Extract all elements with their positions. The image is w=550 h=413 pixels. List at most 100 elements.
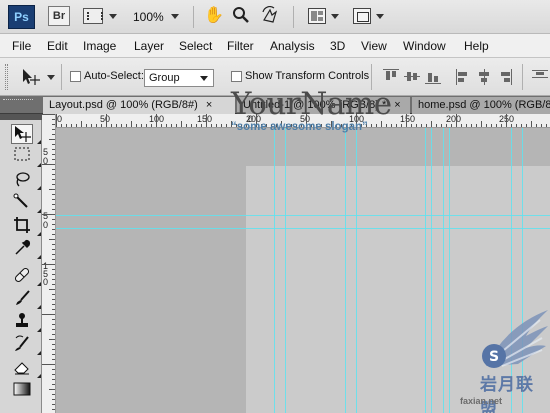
guide-line[interactable] <box>285 128 286 413</box>
vertical-ruler[interactable]: 5 0 5 0 1 5 0 <box>42 114 56 413</box>
brush-tool-icon[interactable] <box>11 289 33 309</box>
guide-line[interactable] <box>425 128 426 413</box>
align-horizontal-center-icon[interactable] <box>476 69 492 85</box>
guide-line[interactable] <box>443 128 444 413</box>
close-icon[interactable]: × <box>394 99 400 111</box>
guide-line[interactable] <box>274 128 275 413</box>
panel-grip[interactable] <box>5 64 8 90</box>
ruler-tick <box>52 269 55 270</box>
guide-line[interactable] <box>56 228 550 229</box>
chevron-down-icon[interactable] <box>109 14 117 19</box>
ruler-tick <box>396 124 397 127</box>
menu-file[interactable]: File <box>12 39 31 53</box>
ruler-tick <box>491 124 492 127</box>
chevron-down-icon[interactable] <box>171 14 179 19</box>
history-brush-tool-icon[interactable] <box>11 335 33 355</box>
menu-analysis[interactable]: Analysis <box>270 39 315 53</box>
chevron-down-icon <box>200 76 208 81</box>
crop-tool-icon[interactable] <box>11 216 33 236</box>
ruler-tick <box>42 364 55 365</box>
ruler-tick <box>52 374 55 375</box>
menu-layer[interactable]: Layer <box>134 39 164 53</box>
ruler-tick <box>56 114 57 127</box>
move-tool-preset-icon[interactable] <box>20 67 40 87</box>
lasso-tool-icon[interactable] <box>11 170 33 190</box>
ruler-tick <box>52 199 55 200</box>
ruler-tick <box>52 329 55 330</box>
auto-select-dropdown[interactable]: Group <box>144 69 214 87</box>
guide-line[interactable] <box>345 128 346 413</box>
ruler-tick <box>52 249 55 250</box>
auto-select-checkbox[interactable] <box>70 71 81 82</box>
ruler-tick <box>52 254 55 255</box>
rotate-view-icon[interactable] <box>260 6 280 26</box>
quick-selection-tool-icon[interactable] <box>11 193 33 213</box>
menu-image[interactable]: Image <box>83 39 116 53</box>
chevron-down-icon[interactable] <box>331 14 339 19</box>
move-tool-icon[interactable] <box>11 124 33 144</box>
ruler-tick <box>426 124 427 127</box>
guide-line[interactable] <box>56 215 550 216</box>
hand-icon[interactable]: ✋ <box>204 6 224 26</box>
arrange-documents-icon[interactable] <box>308 8 326 24</box>
zoom-icon[interactable] <box>231 6 251 26</box>
tab-home-psd[interactable]: home.psd @ 100% (RGB/8) <box>412 97 550 114</box>
ruler-tick <box>391 124 392 127</box>
menu-select[interactable]: Select <box>179 39 212 53</box>
ruler-label: 50 <box>100 114 111 124</box>
menu-window[interactable]: Window <box>403 39 446 53</box>
ruler-tick <box>52 379 55 380</box>
tools-panel-header[interactable] <box>0 114 42 120</box>
eraser-tool-icon[interactable] <box>11 358 33 378</box>
ruler-tick <box>52 344 55 345</box>
align-bottom-icon[interactable] <box>425 69 441 85</box>
zoom-level[interactable]: 100% <box>133 10 164 24</box>
ruler-tick <box>201 124 202 127</box>
eyedropper-tool-icon[interactable] <box>11 239 33 259</box>
align-left-icon[interactable] <box>455 69 471 85</box>
flyout-indicator-icon <box>37 140 41 144</box>
ruler-tick <box>52 209 55 210</box>
align-vertical-center-icon[interactable] <box>404 69 420 85</box>
film-strip-icon[interactable] <box>83 8 103 24</box>
align-top-icon[interactable] <box>383 69 399 85</box>
screen-mode-icon[interactable] <box>353 8 371 24</box>
chevron-down-icon[interactable] <box>376 14 384 19</box>
ruler-tick <box>466 124 467 127</box>
menu-3d[interactable]: 3D <box>330 39 345 53</box>
menu-filter[interactable]: Filter <box>227 39 254 53</box>
menu-help[interactable]: Help <box>464 39 489 53</box>
align-right-icon[interactable] <box>497 69 513 85</box>
chevron-down-icon[interactable] <box>47 75 55 80</box>
guide-line[interactable] <box>356 128 357 413</box>
ruler-tick <box>52 229 55 230</box>
ruler-tick <box>161 124 162 127</box>
slogan-text: “some awesome slogan” <box>231 121 368 133</box>
ruler-tick <box>481 121 482 127</box>
distribute-top-icon[interactable] <box>532 69 548 85</box>
photoshop-logo[interactable]: Ps <box>8 5 35 29</box>
flyout-indicator-icon <box>37 328 41 332</box>
logo-text: YourName <box>231 86 392 122</box>
menu-edit[interactable]: Edit <box>47 39 68 53</box>
ruler-tick <box>401 124 402 127</box>
ruler-tick <box>446 124 447 127</box>
ruler-tick <box>436 124 437 127</box>
clone-stamp-tool-icon[interactable] <box>11 312 33 332</box>
ruler-tick <box>81 121 82 127</box>
tab-layout-psd[interactable]: Layout.psd @ 100% (RGB/8#) × <box>43 97 235 114</box>
ruler-tick <box>176 124 177 127</box>
guide-line[interactable] <box>449 128 450 413</box>
gradient-tool-icon[interactable] <box>11 381 33 401</box>
tab-bar-grip[interactable] <box>3 99 33 103</box>
marquee-tool-icon[interactable] <box>11 147 33 167</box>
menu-view[interactable]: View <box>361 39 387 53</box>
show-transform-checkbox[interactable] <box>231 71 242 82</box>
healing-brush-tool-icon[interactable] <box>11 266 33 286</box>
ruler-tick <box>96 124 97 127</box>
auto-select-label: Auto-Select: <box>84 70 144 82</box>
bridge-button[interactable]: Br <box>48 6 70 26</box>
guide-line[interactable] <box>431 128 432 413</box>
ruler-tick <box>186 124 187 127</box>
close-icon[interactable]: × <box>206 99 212 111</box>
